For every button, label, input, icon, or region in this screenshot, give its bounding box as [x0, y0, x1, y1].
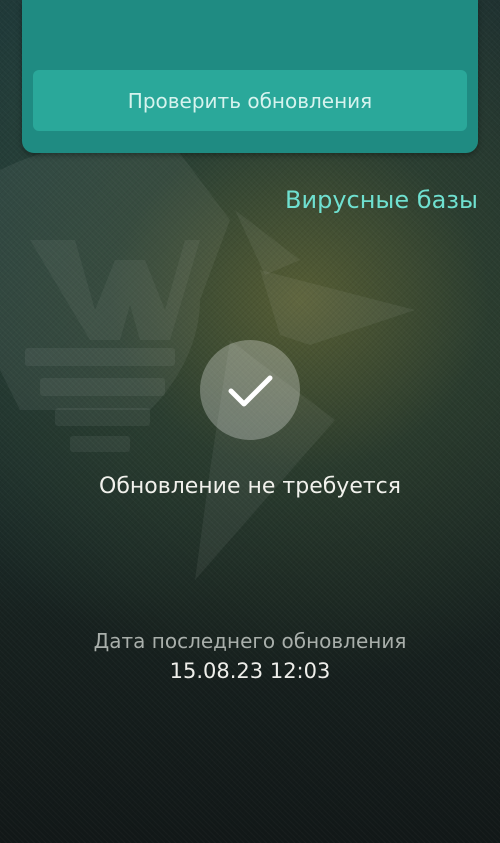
last-update-value: 15.08.23 12:03: [169, 659, 331, 683]
check-updates-button[interactable]: Проверить обновления: [33, 70, 467, 131]
status-message: Обновление не требуется: [99, 474, 401, 499]
status-indicator: [200, 340, 300, 440]
update-card: Проверить обновления: [22, 0, 478, 153]
checkmark-icon: [228, 375, 273, 407]
virus-bases-link[interactable]: Вирусные базы: [285, 186, 478, 214]
last-update-label: Дата последнего обновления: [93, 629, 407, 653]
